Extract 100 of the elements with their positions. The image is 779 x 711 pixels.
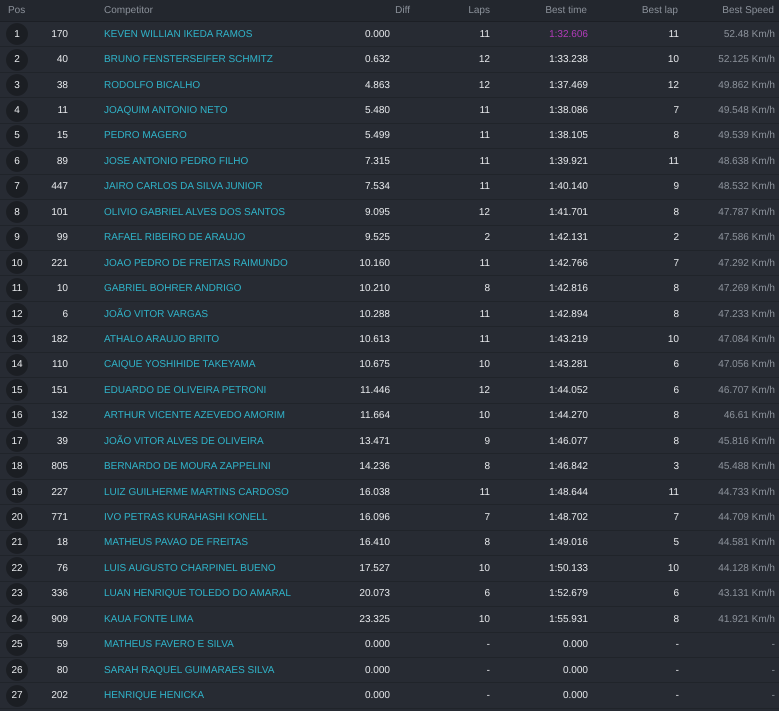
table-cell-text: 13.471 <box>358 434 390 449</box>
table-cell-text: 11 <box>478 180 490 194</box>
position-badge: 5 <box>6 124 28 147</box>
table-cell-text: 17.527 <box>358 562 390 576</box>
competitor-link[interactable]: RODOLFO BICALHO <box>104 78 334 93</box>
competitor-link[interactable]: JOÃO VITOR VARGAS <box>104 306 334 322</box>
table-cell-text: 110 <box>51 358 68 372</box>
table-cell-text: 0.000 <box>562 689 588 704</box>
table-cell-text: 0.000 <box>364 664 390 678</box>
competitor-link[interactable]: JOÃO VITOR ALVES DE OLIVEIRA <box>104 434 334 449</box>
table-cell-text: 1:44.052 <box>548 384 588 398</box>
table-cell-text: 1:40.140 <box>548 180 588 194</box>
competitor-link[interactable]: MATHEUS FAVERO E SILVA <box>104 637 334 652</box>
competitor-link[interactable]: LUIZ GUILHERME MARTINS CARDOSO <box>104 484 334 500</box>
table-cell-text: 1:42.894 <box>548 308 588 322</box>
table-cell-text: 221 <box>50 256 68 271</box>
competitor-link[interactable]: CAIQUE YOSHIHIDE TAKEYAMA <box>104 357 334 372</box>
position-badge: 4 <box>6 100 28 122</box>
table-cell-text: 47.233 Km/h <box>717 308 775 322</box>
table-cell-text: 23.325 <box>358 612 390 627</box>
position-badge: 17 <box>6 430 28 452</box>
table-cell-text: - <box>486 689 490 704</box>
position-badge: 24 <box>6 608 28 630</box>
table-cell-text: 39 <box>56 434 68 449</box>
competitor-link[interactable]: JAIRO CARLOS DA SILVA JUNIOR <box>104 179 334 194</box>
position-badge: 21 <box>6 532 28 554</box>
position-badge: 10 <box>6 252 28 274</box>
table-cell-text: 11 <box>478 28 490 42</box>
competitor-link[interactable]: JOAO PEDRO DE FREITAS RAIMUNDO <box>104 256 334 271</box>
table-cell-text: 10.210 <box>358 282 390 296</box>
table-cell-text: 6 <box>483 587 490 602</box>
competitor-link[interactable]: ATHALO ARAUJO BRITO <box>104 332 334 347</box>
competitor-link[interactable]: SARAH RAQUEL GUIMARAES SILVA <box>104 662 334 678</box>
table-cell-text: 16.410 <box>358 536 390 550</box>
table-cell-text: 7 <box>672 256 679 271</box>
table-cell-text: 10 <box>666 562 679 576</box>
competitor-link[interactable]: IVO PETRAS KURAHASHI KONELL <box>104 510 334 526</box>
table-cell-text: 8 <box>672 612 679 627</box>
table-cell-text: 1:32.606 <box>548 28 588 42</box>
competitor-link[interactable]: BRUNO FENSTERSEIFER SCHMITZ <box>104 52 334 68</box>
table-cell-text: 52.125 Km/h <box>717 53 775 68</box>
table-cell-text: 1:38.105 <box>548 129 588 144</box>
column-header: Best Speed <box>721 4 774 18</box>
table-cell-text: 7.315 <box>364 154 390 169</box>
table-cell-text: 336 <box>50 587 68 602</box>
table-cell-text: 6 <box>61 308 68 322</box>
table-cell-text: 15 <box>56 129 68 144</box>
table-cell-text: 447 <box>50 180 68 194</box>
competitor-link[interactable]: OLIVIO GABRIEL ALVES DOS SANTOS <box>104 204 334 220</box>
table-cell-text: 41.921 Km/h <box>717 612 775 627</box>
competitor-link[interactable]: JOAQUIM ANTONIO NETO <box>104 103 334 118</box>
position-badge: 11 <box>6 278 28 300</box>
competitor-link[interactable]: LUIS AUGUSTO CHARPINEL BUENO <box>104 560 334 576</box>
table-cell-text: 9 <box>672 180 679 194</box>
position-badge: 14 <box>6 354 28 376</box>
table-cell-text: 8 <box>672 434 679 449</box>
competitor-link[interactable]: KEVEN WILLIAN IKEDA RAMOS <box>104 26 334 42</box>
table-cell-text: 1:43.219 <box>548 332 588 347</box>
competitor-link[interactable]: BERNARDO DE MOURA ZAPPELINI <box>104 459 334 474</box>
column-header: Best time <box>544 4 587 18</box>
position-badge: 26 <box>6 659 28 682</box>
competitor-link[interactable]: PEDRO MAGERO <box>104 128 334 144</box>
competitor-link[interactable]: EDUARDO DE OLIVEIRA PETRONI <box>104 382 334 398</box>
competitor-link[interactable]: KAUA FONTE LIMA <box>104 612 334 627</box>
table-cell-text: 52.48 Km/h <box>722 28 775 42</box>
table-cell-text: 10 <box>478 562 490 576</box>
table-cell-text: 182 <box>50 332 68 347</box>
position-badge: 18 <box>6 456 28 478</box>
table-cell-text: 48.638 Km/h <box>717 154 775 169</box>
table-cell-text: 7 <box>483 511 490 526</box>
table-cell-text: 12 <box>478 384 490 398</box>
table-cell-text: 45.816 Km/h <box>717 434 775 449</box>
competitor-link[interactable]: JOSE ANTONIO PEDRO FILHO <box>104 154 334 169</box>
table-cell-text: 1:38.086 <box>548 104 588 118</box>
table-cell-text: 8 <box>483 460 490 474</box>
competitor-link[interactable]: RAFAEL RIBEIRO DE ARAUJO <box>104 230 334 246</box>
table-cell-text: 47.084 Km/h <box>717 332 775 347</box>
table-cell-text: - <box>770 689 775 704</box>
table-cell-text: 8 <box>672 129 679 144</box>
competitor-link[interactable]: GABRIEL BOHRER ANDRIGO <box>104 281 334 296</box>
table-cell-text: 10 <box>56 282 68 296</box>
table-cell-text: 9.525 <box>364 231 390 246</box>
table-cell-text: 1:37.469 <box>548 78 588 93</box>
table-cell-text: - <box>770 664 775 678</box>
column-header: Pos <box>7 4 26 18</box>
table-cell-text: - <box>770 638 775 652</box>
table-cell-text: 10 <box>666 332 679 347</box>
table-cell-text: 3 <box>672 460 679 474</box>
table-cell-text: 5.480 <box>364 104 390 118</box>
table-cell-text: 59 <box>56 638 68 652</box>
position-badge: 25 <box>6 634 28 656</box>
table-cell-text: 76 <box>56 562 68 576</box>
position-badge: 23 <box>6 582 28 605</box>
competitor-link[interactable]: HENRIQUE HENICKA <box>104 688 334 704</box>
competitor-link[interactable]: LUAN HENRIQUE TOLEDO DO AMARAL <box>104 586 334 602</box>
table-cell-text: 805 <box>50 460 68 474</box>
competitor-link[interactable]: ARTHUR VICENTE AZEVEDO AMORIM <box>104 408 334 424</box>
table-cell-text: 49.548 Km/h <box>717 104 775 118</box>
competitor-link[interactable]: MATHEUS PAVAO DE FREITAS <box>104 535 334 550</box>
table-cell-text: 44.709 Km/h <box>717 511 775 526</box>
